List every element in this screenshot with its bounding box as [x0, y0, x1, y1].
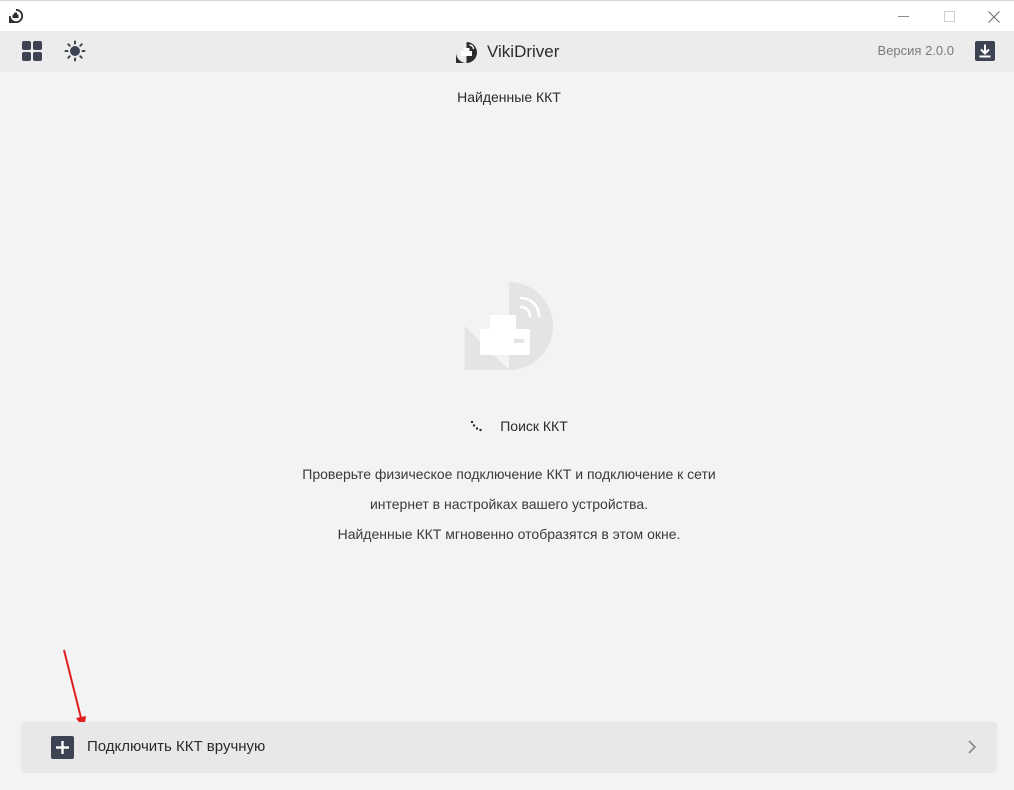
printer-illustration: [464, 281, 554, 371]
app-name: VikiDriver: [487, 42, 560, 61]
manual-connect-label: Подключить ККТ вручную: [87, 738, 266, 755]
minimize-icon: [897, 16, 909, 17]
close-icon: [988, 10, 1000, 23]
printer-wireless-icon: [464, 282, 553, 370]
download-icon[interactable]: [974, 40, 996, 62]
hint-text-line: интернет в настройках вашего устройства.: [369, 496, 649, 512]
app-toolbar: VikiDriver Версия 2.0.0: [0, 31, 1014, 72]
close-button[interactable]: [971, 1, 1014, 32]
search-status-label: Поиск ККТ: [500, 418, 568, 434]
vikidriver-logo-icon: [456, 41, 477, 63]
maximize-button[interactable]: [926, 1, 972, 32]
chevron-right-icon: [968, 740, 977, 754]
maximize-icon: [943, 11, 955, 22]
search-status: Поиск ККТ: [0, 418, 1014, 434]
loading-spinner-icon: [471, 420, 482, 432]
sun-icon[interactable]: [64, 40, 86, 62]
window-titlebar: [0, 0, 1014, 31]
app-brand: VikiDriver: [455, 39, 559, 65]
hint-text-line: Найденные ККТ мгновенно отобразятся в эт…: [337, 526, 681, 542]
app-icon: [9, 9, 23, 23]
minimize-button[interactable]: [880, 1, 926, 32]
version-label: Версия 2.0.0: [877, 43, 954, 58]
plus-icon: [51, 736, 74, 759]
page-title: Найденные ККТ: [457, 89, 561, 105]
manual-connect-button[interactable]: Подключить ККТ вручную: [21, 722, 997, 773]
hint-text-line: Проверьте физическое подключение ККТ и п…: [302, 466, 716, 482]
grid-icon[interactable]: [21, 40, 43, 62]
